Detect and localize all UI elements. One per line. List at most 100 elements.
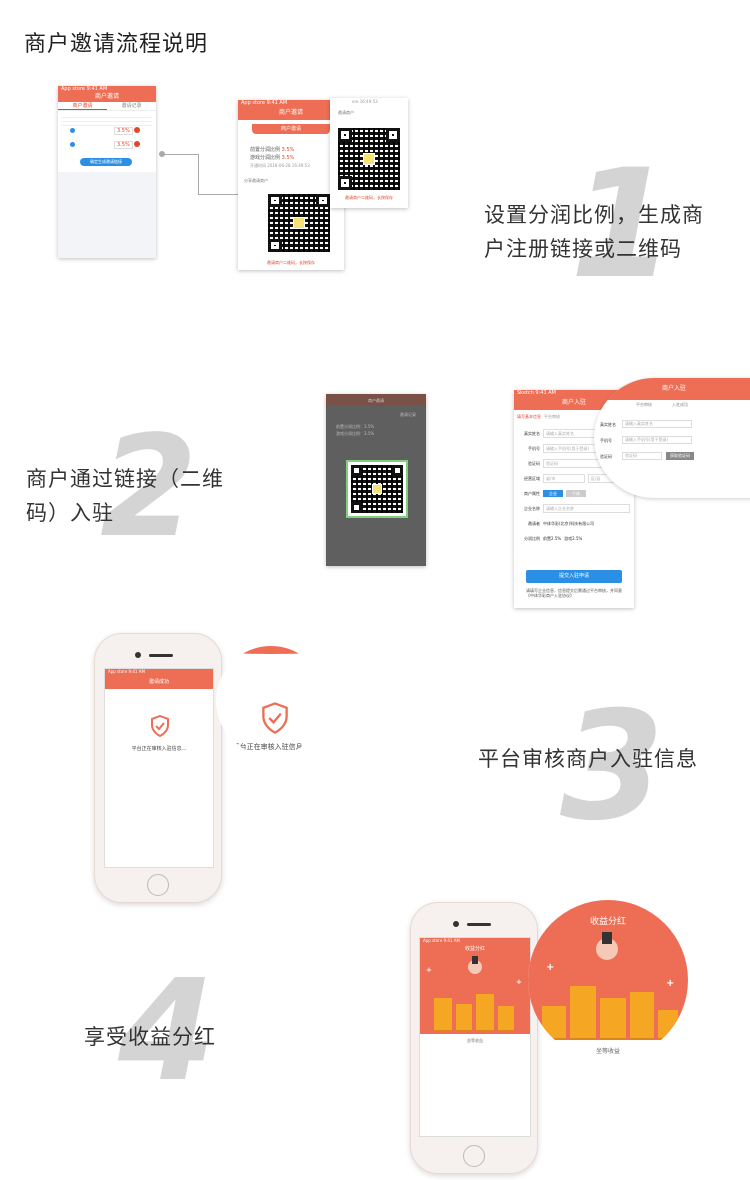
scan-frame (346, 460, 408, 518)
speaker-icon (149, 654, 173, 657)
progress-step-2: 平台审核 (544, 414, 560, 419)
zoom-header (216, 646, 326, 654)
phone-screen: App store 9:41 AM 邀请成功 平台正在审核入驻信息... (104, 668, 214, 868)
coin-stack-icon (630, 992, 654, 1040)
form-row: 商户属性 企业 个体 (518, 486, 630, 501)
minus-icon[interactable] (134, 141, 140, 147)
game-rate-value: 3.5% (281, 155, 295, 161)
head-icon (472, 956, 478, 964)
form-field-input[interactable]: 验证码 (543, 459, 603, 468)
zoom-review-message: 平台正在审核入驻信息... (232, 743, 310, 751)
step3-phone: App store 9:41 AM 邀请成功 平台正在审核入驻信息... (94, 633, 222, 903)
rate-input-2[interactable]: 3.5% (114, 141, 133, 149)
nav-title: 商户邀请 (368, 398, 384, 403)
zoom-time: ore 16:49:53 (352, 99, 378, 104)
form-field-label: 企业名称 (524, 505, 540, 511)
zoom-head: 邀请商户 (338, 110, 354, 115)
zoom-field-input[interactable]: 请输入手机号(用于登录) (622, 436, 692, 444)
form-field-input[interactable]: 省/市 (543, 474, 585, 483)
step-4-text: 享受收益分红 (84, 1025, 216, 1049)
connector-dot-icon (159, 151, 165, 157)
nav-title: 商户邀请 (238, 106, 344, 120)
zoom-field-label: 真实姓名 (600, 422, 616, 427)
coin-stack-icon (476, 994, 494, 1032)
zoom-field-label: 验证码 (600, 454, 612, 459)
form-field-label: 真实姓名 (524, 430, 540, 436)
form-field-label: 经营区域 (524, 475, 540, 481)
form-field-input[interactable]: 请输入企业名称 (543, 504, 630, 513)
option-enterprise-button[interactable]: 企业 (543, 490, 563, 497)
share-rate-value: 3.5% (281, 147, 295, 153)
step-1-text-line1: 设置分润比例，生成商 (484, 203, 704, 227)
step2-form-zoom: 商户入驻 平台审核 入驻成功 真实姓名 请输入真实姓名 手机号 请输入手机号(用… (594, 378, 750, 498)
qr-code (338, 128, 400, 190)
qr-code (351, 465, 403, 513)
earnings-banner: App store 9:41 AM 收益分红 + + (420, 938, 530, 1034)
zoom-bottom-text: 坐等收益 (595, 1048, 620, 1055)
progress-step-1: 填写基本信息 (517, 414, 541, 419)
form-field-value: 游戏2.5% (564, 535, 583, 541)
form-field-value: 中体华彩(北京)科技有限公司 (543, 520, 595, 526)
sparkle-icon: + (516, 978, 522, 986)
form-field-label: 分润比例 (524, 535, 540, 541)
step1-qr-screen: App store 9:41 AM 商户邀请 商户邀请 前置分润比例 3.5% … (238, 100, 344, 270)
zoom-field-label: 手机号 (600, 438, 612, 443)
share-label: 分享邀请商户 (244, 178, 268, 183)
form-row: 分润比例 前置2.5% 游戏2.5% (518, 531, 630, 546)
form-field-label: 手机号 (528, 445, 540, 451)
zoom-field-input[interactable]: 验证码 (622, 452, 662, 460)
tab-records[interactable]: 邀请记录 (107, 102, 156, 110)
zoom-step-3: 入驻成功 (672, 402, 688, 407)
step-2-text-line1: 商户通过链接（二维 (26, 467, 224, 491)
nav-title: 收益分红 (464, 946, 485, 952)
zoom-field-input[interactable]: 请输入真实姓名 (622, 420, 692, 428)
shield-check-icon (262, 702, 288, 734)
step4-phone: App store 9:41 AM 收益分红 + + 坐等收益 (410, 902, 538, 1174)
qr-caption: 邀请商户二维码，长按保存 (267, 260, 315, 265)
get-code-button[interactable]: 获取验证码 (666, 452, 694, 460)
minus-icon[interactable] (134, 127, 140, 133)
review-message: 平台正在审核入驻信息... (131, 746, 187, 752)
form-field-value: 前置2.5% (543, 535, 562, 541)
card-title: 商户邀请 (252, 124, 330, 134)
shield-check-icon (151, 715, 169, 737)
step-1-text-line2: 户注册链接或二维码 (484, 237, 682, 261)
coin-stack-icon (498, 1006, 514, 1032)
sparkle-icon: + (426, 966, 432, 974)
sparkle-icon: + (666, 978, 675, 989)
tab-invite[interactable]: 商户邀请 (58, 102, 107, 110)
qr-code (268, 194, 330, 252)
coin-stack-icon (658, 1010, 678, 1040)
generate-link-button[interactable]: 确定生成邀请链接 (80, 158, 132, 166)
step-3-text: 平台审核商户入驻信息 (478, 747, 698, 771)
step2-scan-screen: 商户邀请 邀请记录 前置分润比例：3.5% 游戏分润比例：3.5% (326, 394, 426, 566)
submit-button[interactable]: 提交入驻申请 (526, 570, 622, 583)
form-field-label: 邀请者 (528, 520, 540, 526)
option-individual-button[interactable]: 个体 (566, 490, 586, 497)
game-rate-label: 游戏分润比例 (250, 155, 281, 161)
tab-records: 邀请记录 (400, 412, 416, 417)
camera-icon (453, 921, 459, 927)
connector-line (162, 154, 198, 155)
page-title: 商户邀请流程说明 (24, 32, 209, 57)
nav-title: 邀请成功 (105, 675, 213, 689)
step-2-text-line2: 码）入驻 (26, 501, 114, 525)
radio-icon[interactable] (70, 128, 75, 133)
zoom-step-2: 平台审核 (636, 402, 652, 407)
coin-stack-icon (542, 1006, 566, 1040)
rate-input-1[interactable]: 3.5% (114, 127, 133, 135)
speaker-icon (467, 923, 491, 926)
home-button (463, 1145, 485, 1167)
step1-invite-screen: App store 9:41 AM 商户邀请 商户邀请 邀请记录 3.5% 3.… (58, 86, 156, 258)
coin-stack-icon (434, 998, 452, 1032)
radio-icon[interactable] (70, 142, 75, 147)
agreement-text: 请填写企业信息，信息提交后需通过平台审核，并同意《中体华彩商户入驻协议》 (526, 588, 622, 598)
open-time: 开通时间 2018-06-28 16:49:53 (250, 163, 310, 168)
coin-stack-icon (570, 986, 596, 1040)
empty-area (58, 172, 156, 258)
step-1-text: 设置分润比例，生成商 户注册链接或二维码 (484, 198, 704, 266)
phone-screen: App store 9:41 AM 收益分红 + + 坐等收益 (419, 937, 531, 1137)
rate-line-1: 前置分润比例：3.5% (336, 424, 375, 429)
step4-zoom: 收益分红 + + 坐等收益 (528, 900, 688, 1060)
step3-zoom: 平台正在审核入驻信息... (216, 646, 326, 756)
